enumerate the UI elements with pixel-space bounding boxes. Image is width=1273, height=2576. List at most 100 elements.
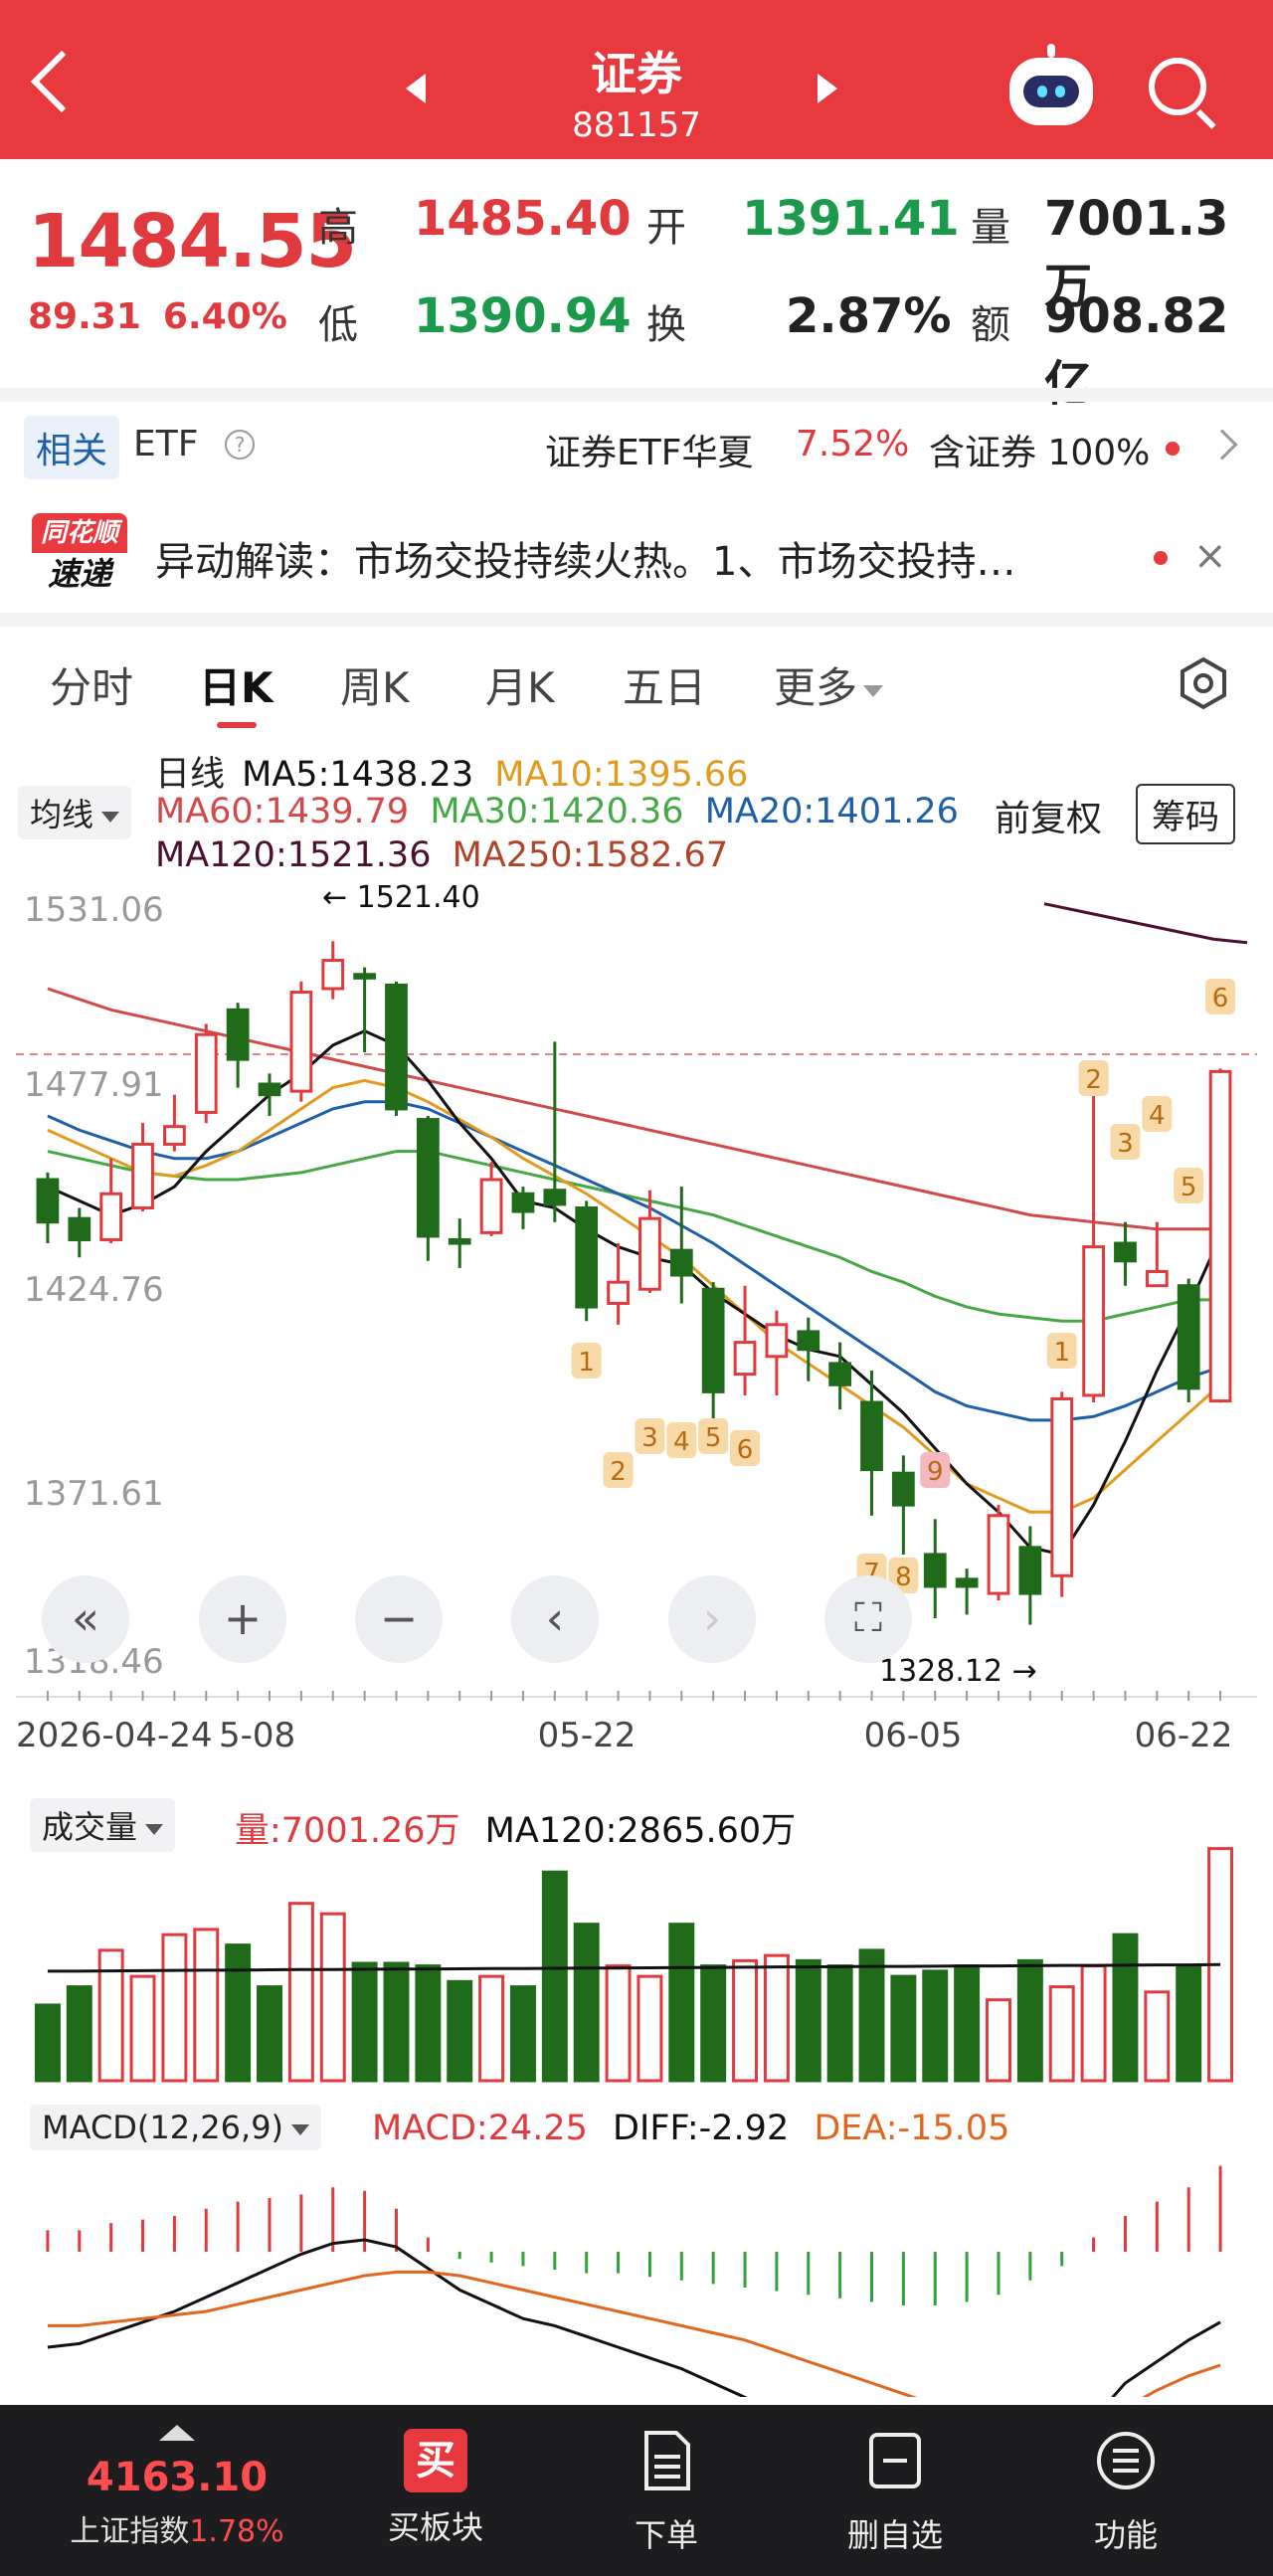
divider [0,613,1273,627]
ma-legend-row1: 日线 MA5:1438.23 MA10:1395.66 [155,746,748,797]
expand-up-icon [159,2425,195,2441]
tab-monthly-k[interactable]: 月K [485,654,555,715]
volume-bar [509,1985,536,2083]
volume-bar [129,1974,156,2083]
volume-bar [1112,1932,1139,2083]
index-change: 1.78% [189,2514,284,2549]
notification-dot-icon [1166,442,1180,456]
candle-body [955,1577,979,1588]
candle-body [511,1192,535,1213]
search-icon[interactable] [1149,58,1206,115]
candle-body [1114,1241,1137,1263]
ma-selector[interactable]: 均线 [18,786,132,839]
zoom-out-icon[interactable]: − [355,1575,443,1663]
candle-body [765,1323,789,1359]
tab-intraday[interactable]: 分时 [50,654,133,715]
functions-button[interactable]: 功能 [1046,2429,1205,2556]
ma-legend-row3: MA120:1521.36 MA250:1582.67 [155,835,728,875]
volume-bar [225,1943,252,2083]
turnover-label: 换 [646,302,686,348]
ma10-value: MA10:1395.66 [494,755,749,795]
candle-body [321,959,345,991]
chart-settings-icon[interactable] [1177,656,1230,710]
news-banner[interactable]: 同花顺 速递 异动解读：市场交投持续火热。1、市场交投持… × [0,493,1273,613]
close-icon[interactable]: × [1193,533,1227,579]
low-value: 1390.94 [414,288,632,344]
adjust-mode[interactable]: 前复权 [995,790,1102,841]
volume-bar [1176,1964,1202,2083]
volume-bar [954,1964,981,2083]
macd-legend: MACD:24.25 DIFF:-2.92 DEA:-15.05 [372,2109,1009,2148]
zoom-in-icon[interactable]: + [199,1575,286,1663]
index-ticker[interactable]: 4163.10 上证指数1.78% [28,2425,326,2550]
tab-five-day[interactable]: 五日 [623,654,706,715]
amount-label: 额 [971,302,1010,348]
candle-body [226,1008,250,1061]
volume-selector[interactable]: 成交量 [30,1798,176,1852]
news-text[interactable]: 异动解读：市场交投持续火热。1、市场交投持… [155,529,1150,587]
signal-label: 4 [673,1427,690,1457]
x-axis-label: 06-22 [1135,1716,1233,1750]
candle-body [828,1362,852,1386]
scroll-left-icon[interactable]: ‹ [511,1575,599,1663]
volume-bar [1144,1990,1171,2083]
candle-body [1208,1069,1232,1403]
ma20-value: MA20:1401.26 [704,792,959,831]
volume-bar [668,1923,695,2083]
candle-body [1082,1245,1105,1397]
ma30-line [47,1150,1221,1323]
document-icon [644,2431,690,2490]
ma120-value: MA120:1521.36 [155,835,432,875]
tab-daily-k[interactable]: 日K [199,654,273,715]
candle-body [797,1330,820,1352]
signal-label: 2 [1085,1065,1102,1095]
candle-body [1177,1284,1200,1390]
fullscreen-icon[interactable]: ⛶ [824,1575,912,1663]
candle-body [543,1189,567,1206]
tab-more[interactable]: 更多 [774,654,884,715]
candle-body [194,1032,218,1114]
macd-chart[interactable] [0,2148,1273,2397]
remove-watchlist-button[interactable]: 删自选 [816,2429,975,2556]
volume-bar [826,1964,853,2083]
next-stock-icon[interactable] [818,74,837,103]
functions-label: 功能 [1093,2516,1158,2554]
candle-body [860,1400,883,1472]
ai-assistant-robot-icon[interactable] [1009,44,1093,125]
order-button[interactable]: 下单 [587,2429,746,2556]
volume-bar [605,1964,632,2083]
scroll-right-icon[interactable]: › [668,1575,756,1663]
chevron-down-icon [101,811,120,823]
ma-selector-label: 均线 [30,796,94,833]
macd-selector[interactable]: MACD(12,26,9) [30,2105,322,2150]
candle-body [638,1216,661,1291]
volume-chart[interactable] [0,1846,1273,2085]
signal-label: 1 [1053,1338,1070,1368]
zoom-out-far-icon[interactable]: « [42,1575,129,1663]
menu-circle-icon [1097,2432,1155,2489]
info-icon[interactable]: ? [225,430,255,460]
high-value: 1485.40 [414,191,632,247]
tab-weekly-k[interactable]: 周K [340,654,410,715]
remove-watchlist-label: 删自选 [846,2516,943,2554]
candle-body [258,1082,281,1097]
bottom-toolbar: 4163.10 上证指数1.78% 买 买板块 下单 删自选 功能 [0,2405,1273,2576]
candlestick-chart[interactable]: 1531.061477.911424.761371.611318.46← 152… [0,875,1273,1750]
volume-ma120: MA120:2865.60万 [484,1811,797,1851]
active-tab-indicator [217,722,257,728]
candle-body [575,1205,599,1309]
candle-body [701,1287,725,1393]
buy-sector-button[interactable]: 买 买板块 [356,2429,515,2548]
candle-body [448,1237,471,1245]
low-annotation: 1328.12 → [879,1654,1037,1689]
signal-label: 9 [927,1457,944,1487]
chip-distribution-button[interactable]: 筹码 [1136,784,1235,844]
y-tick-label: 1424.76 [24,1270,164,1310]
chevron-right-icon[interactable] [1206,429,1238,460]
etf-holding: 含证券 100% [929,433,1151,473]
volume-bar [1016,1958,1043,2083]
related-etf-row[interactable]: 相关 ETF ? 证券ETF华夏 7.52% 含证券 100% [0,402,1273,483]
volume-bar [478,1974,505,2083]
app-header: 证券 881157 [0,0,1273,159]
ma5-value: MA5:1438.23 [242,755,474,795]
